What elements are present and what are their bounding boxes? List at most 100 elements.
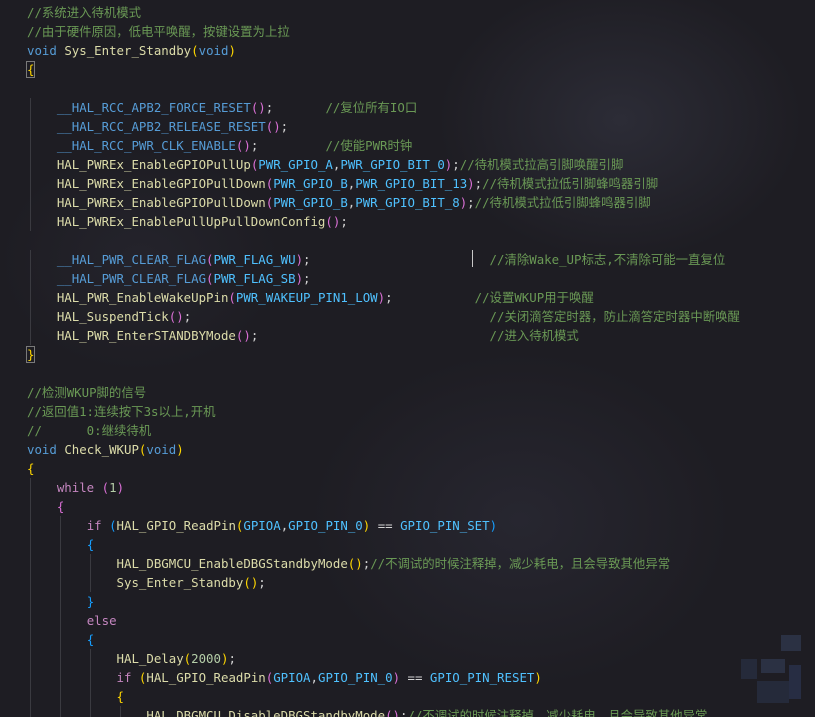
code-text: ; — [280, 119, 289, 134]
code-number: 2000 — [191, 651, 221, 666]
code-line[interactable]: { — [0, 497, 815, 516]
code-line[interactable]: //返回值1:连续按下3s以上,开机 — [0, 402, 815, 421]
code-line[interactable]: { — [0, 535, 815, 554]
indent-guide — [30, 98, 31, 117]
code-editor[interactable]: //系统进入待机模式 //由于硬件原因，低电平唤醒，按键设置为上拉 void Sys… — [0, 0, 815, 717]
code-bracket: { — [86, 537, 95, 552]
code-bracket: ( — [206, 271, 214, 286]
indent-guide — [30, 174, 31, 193]
code-bracket-matched: } — [25, 346, 36, 363]
indent-guide — [30, 573, 31, 592]
code-line[interactable]: { — [0, 459, 815, 478]
indent-guide — [89, 668, 91, 687]
indent-guide — [30, 478, 31, 497]
code-line[interactable]: __HAL_RCC_PWR_CLK_ENABLE(); //使能PWR时钟 — [0, 136, 815, 155]
code-line[interactable]: __HAL_PWR_CLEAR_FLAG(PWR_FLAG_WU); //清除W… — [0, 250, 815, 269]
code-control-keyword: if — [116, 670, 132, 685]
code-line[interactable]: //由于硬件原因，低电平唤醒，按键设置为上拉 — [0, 22, 815, 41]
code-bracket: { — [86, 632, 95, 647]
code-function: HAL_PWR_EnableWakeUpPin — [56, 290, 229, 305]
indent-guide — [30, 269, 31, 288]
code-line[interactable]: HAL_DBGMCU_DisableDBGStandbyMode();//不调试… — [0, 706, 815, 717]
indent-guide — [59, 535, 61, 554]
code-line[interactable]: else — [0, 611, 815, 630]
code-line[interactable]: HAL_PWREx_EnableGPIOPullDown(PWR_GPIO_B,… — [0, 174, 815, 193]
code-bracket: ) — [489, 518, 498, 533]
code-constant: PWR_WAKEUP_PIN1_LOW — [235, 290, 378, 305]
indent-guide — [59, 668, 61, 687]
indent-guide — [30, 516, 31, 535]
code-line[interactable]: __HAL_RCC_APB2_RELEASE_RESET(); — [0, 117, 815, 136]
code-comment: // 0:继续待机 — [27, 423, 152, 438]
code-constant: PWR_GPIO_BIT_13 — [355, 176, 468, 191]
code-line[interactable]: HAL_DBGMCU_EnableDBGStandbyMode();//不调试的… — [0, 554, 815, 573]
code-line[interactable]: HAL_PWR_EnableWakeUpPin(PWR_WAKEUP_PIN1_… — [0, 288, 815, 307]
code-comment: //进入待机模式 — [489, 328, 579, 343]
code-function: HAL_DBGMCU_DisableDBGStandbyMode — [146, 708, 386, 717]
code-line[interactable]: //系统进入待机模式 — [0, 3, 815, 22]
code-control-keyword: else — [86, 613, 117, 628]
code-function: Sys_Enter_Standby — [64, 43, 192, 58]
code-line[interactable]: HAL_PWREx_EnablePullUpPullDownConfig(); — [0, 212, 815, 231]
code-bracket: ) — [116, 480, 125, 495]
code-line[interactable]: } — [0, 592, 815, 611]
code-comment: //待机模式拉低引脚蜂鸣器引脚 — [474, 195, 651, 210]
code-macro: __HAL_PWR_CLEAR_FLAG — [56, 252, 207, 267]
code-line[interactable]: HAL_SuspendTick(); //关闭滴答定时器，防止滴答定时器中断唤醒 — [0, 307, 815, 326]
indent-guide — [30, 307, 31, 326]
code-bracket: ) — [243, 328, 251, 343]
code-line[interactable]: __HAL_PWR_CLEAR_FLAG(PWR_FLAG_SB); — [0, 269, 815, 288]
code-line[interactable]: __HAL_RCC_APB2_FORCE_RESET(); //复位所有IO口 — [0, 98, 815, 117]
code-bracket: ( — [191, 43, 199, 58]
code-text: ; — [467, 195, 475, 210]
code-text: ; — [474, 176, 483, 191]
code-line[interactable]: // 0:继续待机 — [0, 421, 815, 440]
code-line[interactable]: { — [0, 630, 815, 649]
code-bracket: ) — [228, 43, 236, 58]
indent-guide — [30, 288, 31, 307]
code-line[interactable]: HAL_PWREx_EnableGPIOPullUp(PWR_GPIO_A,PW… — [0, 155, 815, 174]
code-line[interactable]: HAL_PWREx_EnableGPIOPullDown(PWR_GPIO_B,… — [0, 193, 815, 212]
code-control-keyword: while — [56, 480, 95, 495]
code-line[interactable]: //检测WKUP脚的信号 — [0, 383, 815, 402]
code-constant: GPIO_PIN_0 — [288, 518, 363, 533]
code-area[interactable]: //系统进入待机模式 //由于硬件原因，低电平唤醒，按键设置为上拉 void Sys… — [0, 3, 815, 717]
code-line[interactable]: if (HAL_GPIO_ReadPin(GPIOA,GPIO_PIN_0) =… — [0, 516, 815, 535]
indent-guide — [30, 668, 31, 687]
code-line[interactable]: Sys_Enter_Standby(); — [0, 573, 815, 592]
indent-guide — [30, 706, 31, 717]
code-line[interactable] — [0, 79, 815, 98]
code-keyword: void — [198, 43, 229, 58]
code-line[interactable]: if (HAL_GPIO_ReadPin(GPIOA,GPIO_PIN_0) =… — [0, 668, 815, 687]
code-text: ; — [265, 100, 326, 115]
code-line[interactable]: HAL_PWR_EnterSTANDBYMode(); //进入待机模式 — [0, 326, 815, 345]
code-comment: //返回值1:连续按下3s以上,开机 — [27, 404, 216, 419]
code-line[interactable] — [0, 364, 815, 383]
code-line[interactable] — [0, 231, 815, 250]
indent-guide — [30, 117, 31, 136]
watermark-logo-icon — [741, 635, 801, 703]
code-line[interactable]: while (1) — [0, 478, 815, 497]
code-bracket: ) — [377, 290, 386, 305]
code-line[interactable]: { — [0, 60, 815, 79]
code-line[interactable]: { — [0, 687, 815, 706]
code-comment: //由于硬件原因，低电平唤醒，按键设置为上拉 — [27, 24, 290, 39]
code-bracket: ) — [534, 670, 542, 685]
code-line[interactable]: void Sys_Enter_Standby(void) — [0, 41, 815, 60]
code-line[interactable]: HAL_Delay(2000); — [0, 649, 815, 668]
code-bracket: ( — [325, 214, 333, 229]
code-line[interactable]: } — [0, 345, 815, 364]
code-line[interactable]: void Check_WKUP(void) — [0, 440, 815, 459]
indent-guide — [30, 155, 31, 174]
indent-guide — [30, 649, 31, 668]
code-bracket: ) — [295, 252, 304, 267]
code-text: ; — [452, 157, 460, 172]
